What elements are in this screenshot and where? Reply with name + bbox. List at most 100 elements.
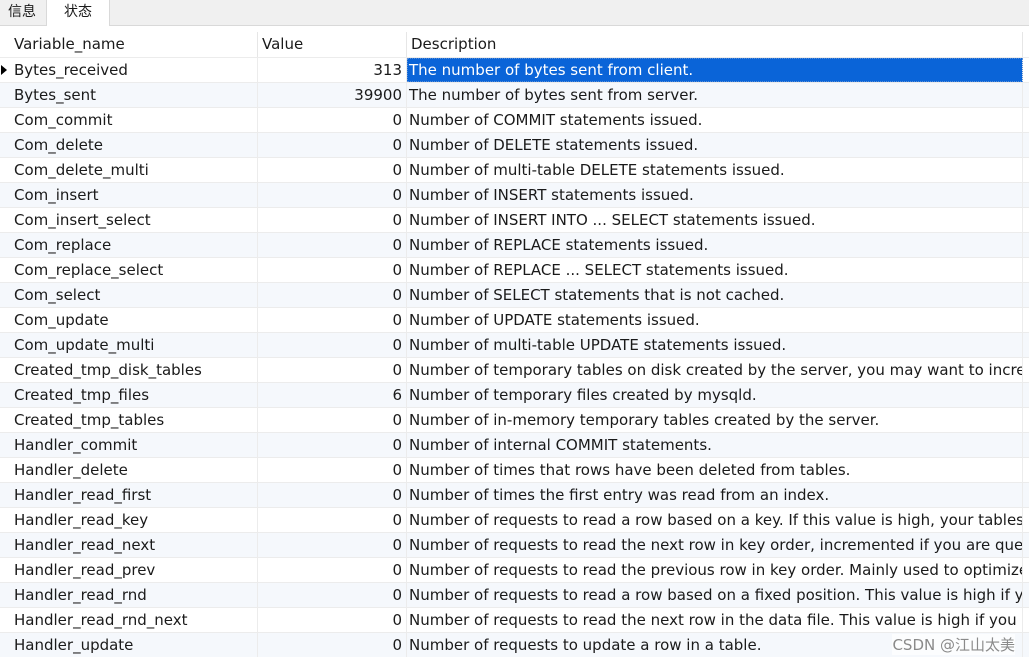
- cell-variable-name[interactable]: Created_tmp_tables: [10, 408, 258, 432]
- cell-description[interactable]: Number of requests to read the next row …: [407, 608, 1023, 632]
- table-row[interactable]: Created_tmp_tables 0 Number of in-memory t…: [0, 407, 1029, 432]
- cell-variable-name[interactable]: Com_select: [10, 283, 258, 307]
- cell-description[interactable]: Number of INSERT INTO ... SELECT stateme…: [407, 208, 1023, 232]
- table-row[interactable]: Handler_read_rnd_next 0 Number of requests…: [0, 607, 1029, 632]
- cell-description[interactable]: Number of times the first entry was read…: [407, 483, 1023, 507]
- cell-variable-name[interactable]: Handler_read_rnd_next: [10, 608, 258, 632]
- cell-description[interactable]: Number of temporary files created by mys…: [407, 383, 1023, 407]
- cell-description[interactable]: Number of SELECT statements that is not …: [407, 283, 1023, 307]
- table-row[interactable]: Com_update_multi 0 Number of multi-table U…: [0, 332, 1029, 357]
- column-header-variable-name[interactable]: Variable_name: [10, 32, 258, 57]
- table-row[interactable]: Com_replace_select 0 Number of REPLACE ...…: [0, 257, 1029, 282]
- tab-info[interactable]: 信息: [0, 0, 44, 25]
- cell-variable-name[interactable]: Handler_update: [10, 633, 258, 657]
- cell-value[interactable]: 0: [258, 208, 407, 232]
- table-row[interactable]: Com_delete 0 Number of DELETE statements i…: [0, 132, 1029, 157]
- cell-description[interactable]: Number of internal COMMIT statements.: [407, 433, 1023, 457]
- cell-description[interactable]: Number of requests to read a row based o…: [407, 508, 1023, 532]
- table-row[interactable]: Bytes_sent 39900 The number of bytes sent …: [0, 82, 1029, 107]
- cell-description[interactable]: Number of UPDATE statements issued.: [407, 308, 1023, 332]
- cell-variable-name[interactable]: Handler_read_prev: [10, 558, 258, 582]
- tab-status[interactable]: 状态: [46, 0, 110, 26]
- table-row[interactable]: Handler_read_rnd 0 Number of requests to r…: [0, 582, 1029, 607]
- table-row[interactable]: Handler_read_prev 0 Number of requests to …: [0, 557, 1029, 582]
- cell-description[interactable]: Number of COMMIT statements issued.: [407, 108, 1023, 132]
- cell-variable-name[interactable]: Handler_commit: [10, 433, 258, 457]
- table-row[interactable]: Com_insert_select 0 Number of INSERT INTO …: [0, 207, 1029, 232]
- cell-description[interactable]: Number of multi-table DELETE statements …: [407, 158, 1023, 182]
- cell-variable-name[interactable]: Com_replace_select: [10, 258, 258, 282]
- cell-variable-name[interactable]: Com_insert_select: [10, 208, 258, 232]
- cell-value[interactable]: 0: [258, 183, 407, 207]
- cell-value[interactable]: 0: [258, 558, 407, 582]
- cell-variable-name[interactable]: Com_delete_multi: [10, 158, 258, 182]
- cell-value[interactable]: 6: [258, 383, 407, 407]
- table-row[interactable]: Handler_read_next 0 Number of requests to …: [0, 532, 1029, 557]
- cell-value[interactable]: 0: [258, 483, 407, 507]
- table-row[interactable]: Handler_delete 0 Number of times that rows…: [0, 457, 1029, 482]
- table-row[interactable]: Handler_commit 0 Number of internal COMMIT…: [0, 432, 1029, 457]
- cell-description[interactable]: The number of bytes sent from server.: [407, 83, 1023, 107]
- cell-variable-name[interactable]: Com_insert: [10, 183, 258, 207]
- cell-variable-name[interactable]: Handler_delete: [10, 458, 258, 482]
- cell-value[interactable]: 0: [258, 358, 407, 382]
- cell-variable-name[interactable]: Handler_read_rnd: [10, 583, 258, 607]
- table-row[interactable]: Handler_read_key 0 Number of requests to r…: [0, 507, 1029, 532]
- cell-value[interactable]: 0: [258, 133, 407, 157]
- cell-description[interactable]: Number of requests to read a row based o…: [407, 583, 1023, 607]
- cell-variable-name[interactable]: Com_commit: [10, 108, 258, 132]
- table-row[interactable]: Com_replace 0 Number of REPLACE statements…: [0, 232, 1029, 257]
- table-row[interactable]: Com_delete_multi 0 Number of multi-table D…: [0, 157, 1029, 182]
- cell-value[interactable]: 0: [258, 108, 407, 132]
- cell-value[interactable]: 0: [258, 233, 407, 257]
- cell-variable-name[interactable]: Created_tmp_files: [10, 383, 258, 407]
- cell-value[interactable]: 0: [258, 583, 407, 607]
- cell-description[interactable]: Number of DELETE statements issued.: [407, 133, 1023, 157]
- cell-value[interactable]: 0: [258, 283, 407, 307]
- cell-value[interactable]: 39900: [258, 83, 407, 107]
- cell-value[interactable]: 0: [258, 308, 407, 332]
- table-row[interactable]: Com_update 0 Number of UPDATE statements i…: [0, 307, 1029, 332]
- table-row[interactable]: Com_commit 0 Number of COMMIT statements i…: [0, 107, 1029, 132]
- cell-value[interactable]: 0: [258, 608, 407, 632]
- cell-description[interactable]: Number of REPLACE ... SELECT statements …: [407, 258, 1023, 282]
- cell-value[interactable]: 0: [258, 158, 407, 182]
- cell-variable-name[interactable]: Com_delete: [10, 133, 258, 157]
- cell-variable-name[interactable]: Bytes_received: [10, 58, 258, 82]
- table-row[interactable]: Handler_read_first 0 Number of times the f…: [0, 482, 1029, 507]
- cell-value[interactable]: 0: [258, 533, 407, 557]
- cell-description[interactable]: The number of bytes sent from client.: [407, 58, 1023, 82]
- cell-description[interactable]: Number of REPLACE statements issued.: [407, 233, 1023, 257]
- table-row[interactable]: Bytes_received 313 The number of bytes sen…: [0, 57, 1029, 82]
- cell-value[interactable]: 0: [258, 408, 407, 432]
- cell-value[interactable]: 0: [258, 433, 407, 457]
- cell-description[interactable]: Number of INSERT statements issued.: [407, 183, 1023, 207]
- cell-variable-name[interactable]: Handler_read_first: [10, 483, 258, 507]
- cell-variable-name[interactable]: Handler_read_key: [10, 508, 258, 532]
- column-header-value[interactable]: Value: [258, 32, 407, 57]
- cell-description[interactable]: Number of multi-table UPDATE statements …: [407, 333, 1023, 357]
- table-row[interactable]: Created_tmp_files 6 Number of temporary fi…: [0, 382, 1029, 407]
- cell-variable-name[interactable]: Com_update_multi: [10, 333, 258, 357]
- cell-description[interactable]: Number of requests to read the next row …: [407, 533, 1023, 557]
- cell-value[interactable]: 0: [258, 633, 407, 657]
- cell-value[interactable]: 0: [258, 258, 407, 282]
- cell-value[interactable]: 0: [258, 458, 407, 482]
- cell-variable-name[interactable]: Handler_read_next: [10, 533, 258, 557]
- cell-description[interactable]: Number of in-memory temporary tables cre…: [407, 408, 1023, 432]
- cell-variable-name[interactable]: Com_update: [10, 308, 258, 332]
- cell-value[interactable]: 0: [258, 333, 407, 357]
- table-row[interactable]: Com_insert 0 Number of INSERT statements i…: [0, 182, 1029, 207]
- table-row[interactable]: Com_select 0 Number of SELECT statements t…: [0, 282, 1029, 307]
- cell-description[interactable]: Number of requests to read the previous …: [407, 558, 1023, 582]
- cell-description[interactable]: Number of temporary tables on disk creat…: [407, 358, 1023, 382]
- table-row[interactable]: Handler_update 0 Number of requests to upd…: [0, 632, 1029, 657]
- cell-variable-name[interactable]: Created_tmp_disk_tables: [10, 358, 258, 382]
- table-row[interactable]: Created_tmp_disk_tables 0 Number of tempor…: [0, 357, 1029, 382]
- column-header-description[interactable]: Description: [407, 32, 1023, 57]
- cell-value[interactable]: 313: [258, 58, 407, 82]
- cell-variable-name[interactable]: Com_replace: [10, 233, 258, 257]
- cell-variable-name[interactable]: Bytes_sent: [10, 83, 258, 107]
- cell-description[interactable]: Number of times that rows have been dele…: [407, 458, 1023, 482]
- cell-value[interactable]: 0: [258, 508, 407, 532]
